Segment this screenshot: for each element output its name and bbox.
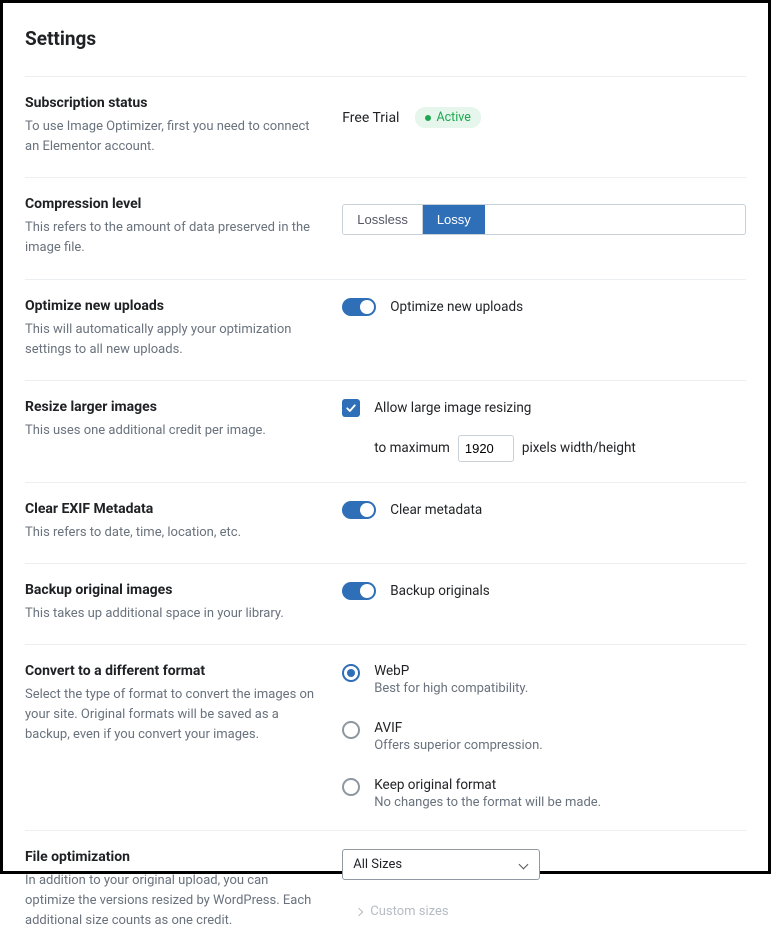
resize-suffix: pixels width/height — [522, 440, 636, 456]
backup-toggle[interactable] — [342, 582, 376, 600]
section-compression-level: Compression level This refers to the amo… — [25, 177, 746, 278]
chevron-down-icon — [519, 860, 529, 870]
backup-title: Backup original images — [25, 582, 318, 598]
section-exif: Clear EXIF Metadata This refers to date,… — [25, 482, 746, 563]
custom-sizes-label: Custom sizes — [370, 904, 448, 919]
custom-sizes-expand[interactable]: Custom sizes — [356, 904, 746, 919]
optimize-uploads-title: Optimize new uploads — [25, 298, 318, 314]
resize-title: Resize larger images — [25, 399, 318, 415]
convert-radio-webp[interactable] — [342, 664, 360, 682]
section-convert-format: Convert to a different format Select the… — [25, 644, 746, 830]
subscription-title: Subscription status — [25, 95, 318, 111]
optimize-uploads-desc: This will automatically apply your optim… — [25, 320, 318, 360]
compression-lossy-button[interactable]: Lossy — [422, 205, 485, 234]
backup-desc: This takes up additional space in your l… — [25, 604, 318, 624]
exif-desc: This refers to date, time, location, etc… — [25, 523, 318, 543]
convert-radio-avif[interactable] — [342, 721, 360, 739]
status-dot-icon — [425, 115, 431, 121]
convert-avif-label: AVIF — [374, 720, 542, 736]
resize-prefix: to maximum — [374, 440, 450, 456]
section-subscription-status: Subscription status To use Image Optimiz… — [25, 76, 746, 177]
compression-button-group: Lossless Lossy — [342, 204, 746, 235]
resize-desc: This uses one additional credit per imag… — [25, 421, 318, 441]
convert-title: Convert to a different format — [25, 663, 318, 679]
exif-toggle[interactable] — [342, 501, 376, 519]
resize-checkbox[interactable] — [342, 399, 360, 417]
backup-toggle-label: Backup originals — [390, 583, 490, 599]
optimize-uploads-toggle-label: Optimize new uploads — [390, 299, 523, 315]
convert-webp-label: WebP — [374, 663, 528, 679]
section-optimize-uploads: Optimize new uploads This will automatic… — [25, 279, 746, 380]
optimize-uploads-toggle[interactable] — [342, 298, 376, 316]
convert-avif-desc: Offers superior compression. — [374, 738, 542, 753]
file-opt-select-value: All Sizes — [353, 857, 402, 872]
section-resize-images: Resize larger images This uses one addit… — [25, 380, 746, 482]
convert-webp-desc: Best for high compatibility. — [374, 681, 528, 696]
check-icon — [345, 402, 357, 414]
file-opt-title: File optimization — [25, 849, 318, 865]
section-file-optimization: File optimization In addition to your or… — [25, 830, 746, 951]
resize-check-label: Allow large image resizing — [374, 400, 531, 416]
subscription-plan: Free Trial — [342, 110, 399, 126]
section-backup: Backup original images This takes up add… — [25, 563, 746, 644]
exif-toggle-label: Clear metadata — [390, 502, 482, 518]
subscription-desc: To use Image Optimizer, first you need t… — [25, 117, 318, 157]
chevron-right-icon — [355, 907, 363, 915]
compression-title: Compression level — [25, 196, 318, 212]
status-badge-label: Active — [436, 110, 470, 125]
status-badge: Active — [415, 107, 480, 128]
convert-desc: Select the type of format to convert the… — [25, 685, 318, 745]
compression-lossless-button[interactable]: Lossless — [343, 205, 422, 234]
file-opt-select[interactable]: All Sizes — [342, 849, 540, 880]
exif-title: Clear EXIF Metadata — [25, 501, 318, 517]
file-opt-desc: In addition to your original upload, you… — [25, 871, 318, 931]
convert-original-desc: No changes to the format will be made. — [374, 795, 601, 810]
convert-radio-original[interactable] — [342, 778, 360, 796]
page-title: Settings — [25, 27, 746, 50]
resize-max-input[interactable] — [458, 435, 514, 462]
convert-original-label: Keep original format — [374, 777, 601, 793]
compression-desc: This refers to the amount of data preser… — [25, 218, 318, 258]
